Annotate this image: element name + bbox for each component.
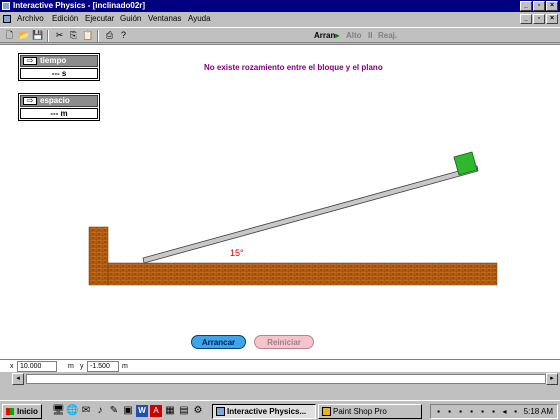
tray-icon[interactable]: ▪ (489, 407, 498, 416)
arrancar-button[interactable]: Arrancar (191, 335, 246, 349)
task-interactive-physics[interactable]: Interactive Physics... (212, 404, 316, 419)
paint-task-icon (322, 407, 331, 416)
window-title: Interactive Physics - [inclinado02r] (13, 1, 146, 10)
menu-ejecutar[interactable]: Ejecutar (85, 12, 114, 26)
email-icon[interactable]: ✉ (80, 405, 92, 417)
coordinates-bar: x 10.000 m y -1.500 m (0, 359, 560, 372)
scroll-right-icon[interactable]: ▸ (546, 373, 558, 385)
menu-archivo[interactable]: Archivo (17, 12, 44, 26)
run-tool-button[interactable]: Arran▸ (314, 30, 339, 42)
media-icon[interactable]: ♪ (94, 405, 106, 417)
x-unit: m (68, 363, 74, 370)
menu-edicion[interactable]: Edición (52, 12, 78, 26)
brick-wall[interactable] (88, 226, 109, 286)
menu-bar: Archivo Edición Ejecutar Guión Ventanas … (0, 12, 560, 26)
scroll-track[interactable] (26, 374, 546, 384)
stop-tool-button[interactable]: Alto (346, 30, 362, 42)
save-icon[interactable]: 💾 (32, 30, 43, 41)
tray-icon[interactable]: ▪ (511, 407, 520, 416)
windows-logo-icon (6, 408, 14, 415)
copy-icon[interactable]: ⎘ (68, 30, 79, 41)
tool-icon[interactable]: ⚙ (192, 405, 204, 417)
help-icon[interactable]: ? (118, 30, 129, 41)
inclined-plane[interactable] (142, 165, 479, 264)
desktop-icon[interactable]: 🖥 (52, 405, 65, 417)
simulation-canvas[interactable]: ⇨ tiempo --- s ⇨ espacio --- m No existe… (0, 44, 560, 359)
doc-close-button[interactable]: × (546, 14, 558, 24)
toolbar-separator (97, 30, 99, 42)
start-button[interactable]: Inicio (2, 404, 42, 419)
image-icon[interactable]: ▦ (164, 405, 176, 417)
app-icon (2, 2, 10, 10)
minimize-button[interactable]: _ (520, 1, 532, 11)
tray-icon[interactable]: ▪ (445, 407, 454, 416)
app-icon-launcher[interactable]: ▣ (122, 405, 134, 417)
close-button[interactable]: × (546, 1, 558, 11)
taskbar: Inicio 🖥 🌐 ✉ ♪ ✎ ▣ W A ▦ ▤ ⚙ Interactive… (0, 400, 560, 420)
title-bar: Interactive Physics - [inclinado02r] _ ▫… (0, 0, 560, 12)
start-label: Inicio (17, 407, 38, 416)
pause-icon: II (368, 31, 373, 40)
tray-icon[interactable]: ▪ (467, 407, 476, 416)
doc-restore-button[interactable]: ▫ (533, 14, 545, 24)
print-icon[interactable]: ⎙ (104, 30, 115, 41)
menu-guion[interactable]: Guión (120, 12, 141, 26)
paste-icon[interactable]: 📋 (82, 30, 93, 41)
brick-floor[interactable] (107, 262, 498, 286)
x-coordinate-field[interactable]: 10.000 (17, 361, 57, 372)
scene-drawing: 15° (88, 151, 498, 286)
browser-icon[interactable]: 🌐 (66, 405, 78, 417)
maximize-button[interactable]: ▫ (533, 1, 545, 11)
y-unit: m (122, 363, 128, 370)
system-tray: ▪ ▪ ▪ ▪ ▪ ▪ ◂ ▪ 5:18 AM (430, 404, 558, 419)
reset-tool-button[interactable]: Reaj. (378, 30, 397, 42)
pdf-icon[interactable]: A (150, 405, 162, 417)
doc-minimize-button[interactable]: _ (520, 14, 532, 24)
y-coordinate-field[interactable]: -1.500 (87, 361, 119, 372)
menu-ayuda[interactable]: Ayuda (188, 12, 211, 26)
y-label: y (80, 363, 84, 370)
task-label: Interactive Physics... (227, 407, 307, 416)
task-paint-shop-pro[interactable]: Paint Shop Pro (318, 404, 422, 419)
tray-icon[interactable]: ▪ (434, 407, 443, 416)
chart-icon[interactable]: ▤ (178, 405, 190, 417)
toolbar-separator (47, 30, 49, 42)
clock: 5:18 AM (523, 407, 553, 416)
document-icon[interactable] (3, 15, 11, 23)
cut-icon[interactable]: ✂ (54, 30, 65, 41)
open-folder-icon[interactable]: 📂 (18, 30, 29, 41)
tray-icon[interactable]: ▪ (456, 407, 465, 416)
angle-label: 15° (230, 248, 244, 258)
paint-icon[interactable]: ✎ (108, 405, 120, 417)
menu-ventanas[interactable]: Ventanas (148, 12, 181, 26)
horizontal-scrollbar[interactable]: ◂ ▸ (0, 373, 560, 385)
scroll-left-icon[interactable]: ◂ (12, 373, 24, 385)
tray-icon[interactable]: ▪ (478, 407, 487, 416)
physics-task-icon (216, 407, 225, 416)
play-icon: ▸ (335, 31, 340, 40)
new-file-icon[interactable]: 🗋 (4, 30, 15, 41)
reiniciar-button[interactable]: Reiniciar (254, 335, 314, 349)
task-label: Paint Shop Pro (333, 407, 387, 416)
x-label: x (10, 363, 14, 370)
word-icon[interactable]: W (136, 405, 148, 417)
toolbar: 🗋 📂 💾 ✂ ⎘ 📋 ⎙ ? Arran▸ Alto II Reaj. (0, 27, 560, 43)
volume-icon[interactable]: ◂ (500, 407, 509, 416)
